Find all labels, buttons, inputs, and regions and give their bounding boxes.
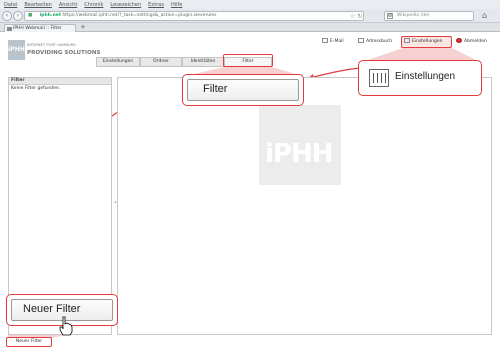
- menu-hilfe[interactable]: Hilfe: [171, 2, 182, 8]
- menu-datei[interactable]: Datei: [4, 2, 17, 8]
- home-icon[interactable]: ⌂: [482, 11, 487, 20]
- addressbook-icon: [358, 38, 364, 43]
- tab-einstellungen[interactable]: Einstellungen: [96, 57, 140, 67]
- watermark-logo: iPHH: [259, 105, 341, 185]
- hand-cursor-icon: [59, 316, 73, 336]
- callout-new-filter-label: Neuer Filter: [23, 303, 81, 315]
- lock-icon: ■: [28, 13, 33, 18]
- bookmark-star-icon[interactable]: ☆ ↻: [350, 13, 362, 20]
- settings-icon: [404, 38, 410, 43]
- logo-line2: PROVIDING SOLUTIONS: [27, 50, 101, 56]
- settings-large-icon: [369, 69, 389, 87]
- menu-extras[interactable]: Extras: [148, 2, 164, 8]
- nav-mail[interactable]: E-Mail: [322, 37, 344, 47]
- callout-settings-label: Einstellungen: [395, 71, 456, 82]
- url-bar[interactable]: ■ iphh.net https://webmail.iphh.net/?_ta…: [24, 11, 364, 21]
- wikipedia-icon: W: [387, 13, 393, 19]
- logo-mark: iPHH: [8, 40, 25, 60]
- nav-mail-label: E-Mail: [330, 39, 344, 44]
- favicon-icon: [7, 26, 12, 31]
- callout-filter: Filter: [182, 74, 304, 106]
- menu-bearbeiten[interactable]: Bearbeiten: [24, 2, 51, 8]
- url-text: https://webmail.iphh.net/?_task=settings…: [62, 13, 217, 18]
- nav-settings-label: Einstellungen: [412, 39, 443, 44]
- nav-addressbook[interactable]: Adressbuch: [358, 37, 392, 47]
- browser-menubar: Datei Bearbeiten Ansicht Chronik Lesezei…: [0, 0, 500, 9]
- menu-ansicht[interactable]: Ansicht: [59, 2, 77, 8]
- new-tab-icon[interactable]: +: [80, 23, 86, 31]
- menu-chronik[interactable]: Chronik: [84, 2, 103, 8]
- filter-list-header: Filter: [9, 78, 111, 85]
- search-input[interactable]: W Wikipedia (de): [384, 11, 474, 21]
- back-icon[interactable]: ‹: [2, 11, 12, 21]
- browser-tabbar: IPHH Webmail :: Filter +: [0, 23, 500, 32]
- forward-icon[interactable]: ›: [13, 11, 23, 21]
- nav-addressbook-label: Adressbuch: [366, 39, 393, 44]
- search-placeholder: Wikipedia (de): [397, 13, 430, 18]
- filter-tab-highlight: [223, 54, 273, 67]
- browser-tab-title: IPHH Webmail :: Filter: [13, 26, 62, 31]
- filter-list-empty: Keine Filter gefunden.: [11, 86, 61, 91]
- browser-navbar: ‹ › ■ iphh.net https://webmail.iphh.net/…: [0, 9, 500, 23]
- logout-icon: [456, 38, 462, 43]
- nav-settings[interactable]: Einstellungen: [401, 36, 452, 48]
- tab-ordner[interactable]: Ordner: [140, 57, 182, 67]
- nav-logout[interactable]: Abmelden: [456, 37, 487, 47]
- browser-tab[interactable]: IPHH Webmail :: Filter: [4, 24, 76, 32]
- new-filter-button[interactable]: Neuer Filter: [6, 337, 52, 347]
- tab-identitaeten[interactable]: Identitäten: [182, 57, 224, 67]
- menu-lesezeichen[interactable]: Lesezeichen: [110, 2, 141, 8]
- nav-logout-label: Abmelden: [464, 39, 487, 44]
- mail-icon: [322, 38, 328, 43]
- url-host: iphh.net: [39, 13, 61, 18]
- watermark-text: iPHH: [265, 139, 333, 169]
- logo-line1: INTERNET PORT HAMBURG: [27, 43, 77, 47]
- callout-settings: Einstellungen: [358, 60, 482, 96]
- callout-filter-label: Filter: [203, 83, 228, 95]
